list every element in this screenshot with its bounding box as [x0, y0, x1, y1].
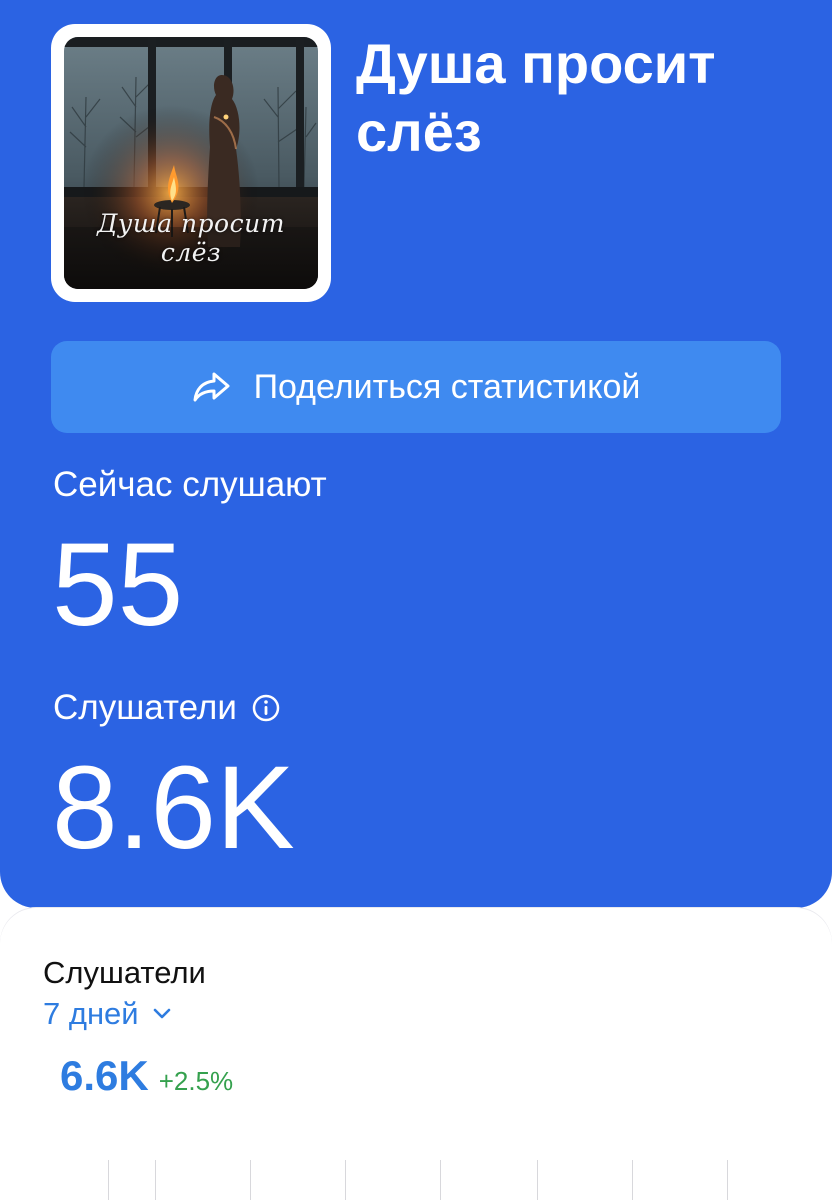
chart-grid-line	[155, 1160, 156, 1200]
album-cover[interactable]: Душа просит слёз	[51, 24, 331, 302]
stats-hero: Душа просит слёз Душа просит слёз Подели…	[0, 0, 832, 908]
album-cover-image: Душа просит слёз	[64, 37, 318, 289]
now-listening-label: Сейчас слушают	[53, 465, 327, 504]
share-button-label: Поделиться статистикой	[253, 367, 641, 406]
chart-grid-line	[345, 1160, 346, 1200]
period-dropdown[interactable]: 7 дней	[43, 996, 171, 1032]
chart-grid-line	[440, 1160, 441, 1200]
chart-grid-line	[108, 1160, 109, 1200]
chart-grid-line	[250, 1160, 251, 1200]
share-stats-button[interactable]: Поделиться статистикой	[51, 341, 781, 433]
album-title: Душа просит слёз	[356, 32, 716, 163]
share-arrow-icon	[192, 370, 232, 404]
chevron-down-icon	[153, 1008, 171, 1020]
metric-summary: 6.6K +2.5%	[60, 1052, 233, 1100]
listeners-stats-card: Слушатели 7 дней 6.6K +2.5%	[0, 908, 832, 1200]
chart-grid-line	[632, 1160, 633, 1200]
listeners-label: Слушатели	[53, 688, 237, 727]
card-title: Слушатели	[43, 955, 206, 990]
period-label: 7 дней	[43, 996, 139, 1031]
listeners-header: Слушатели	[53, 688, 281, 728]
metric-change: +2.5%	[158, 1066, 234, 1096]
chart-grid-line	[727, 1160, 728, 1200]
metric-value: 6.6K	[60, 1052, 149, 1099]
info-icon[interactable]	[251, 693, 281, 723]
listeners-value: 8.6K	[52, 742, 295, 874]
cover-title-script: Душа просит слёз	[97, 209, 285, 267]
chart-grid-line	[537, 1160, 538, 1200]
chart-grid	[0, 1160, 832, 1200]
now-listening-value: 55	[52, 519, 184, 651]
